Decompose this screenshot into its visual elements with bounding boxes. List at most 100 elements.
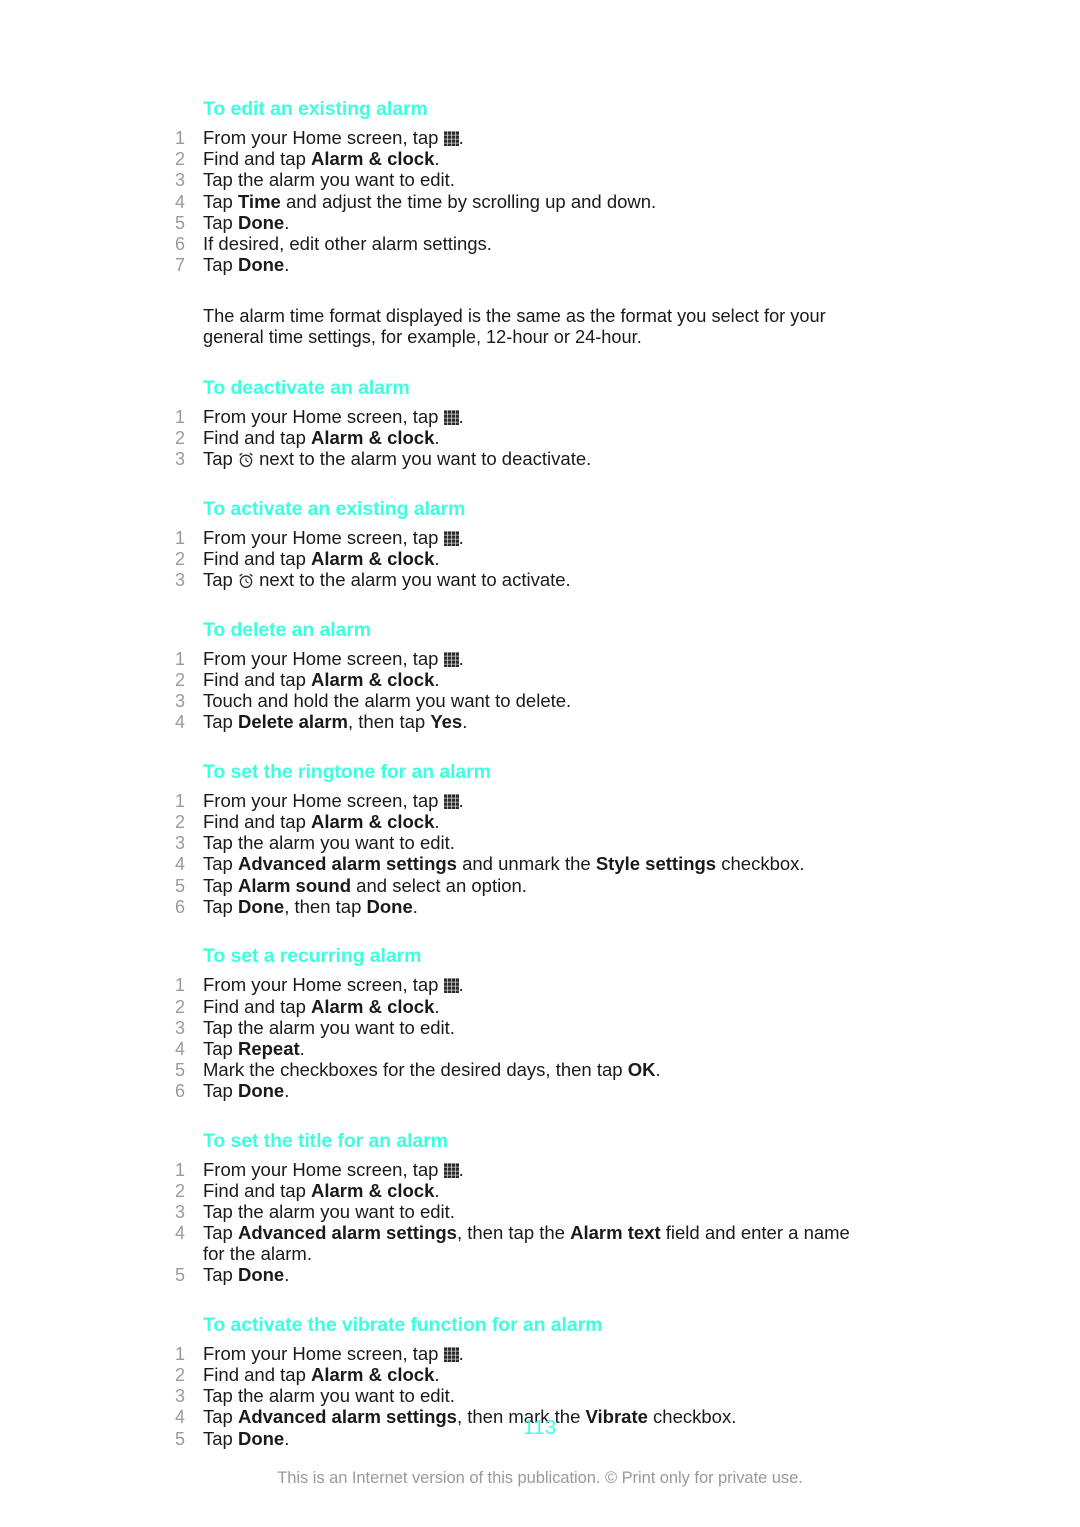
step-text: If desired, edit other alarm settings. xyxy=(203,233,492,254)
ui-label-emphasis: Done xyxy=(366,895,413,917)
step-text-run: . xyxy=(462,711,468,733)
step-item: 1 From your Home screen, tap . xyxy=(175,647,875,670)
step-text: Tap next to the alarm you want to activa… xyxy=(203,569,571,590)
step-text-run: and adjust the time by scrolling up and … xyxy=(280,190,657,212)
step-text: From your Home screen, tap . xyxy=(203,790,464,811)
step-number: 3 xyxy=(175,1202,186,1223)
alarm-clock-icon xyxy=(239,573,253,589)
procedure-section: To set the title for an alarm 1 From your … xyxy=(175,1128,875,1286)
section-heading: To set the title for an alarm xyxy=(203,1129,448,1152)
step-item: 2 Find and tap Alarm & clock. xyxy=(175,811,875,833)
step-text: Find and tap Alarm & clock. xyxy=(203,669,440,690)
step-text: Find and tap Alarm & clock. xyxy=(203,996,440,1017)
step-text: Tap Alarm sound and select an option. xyxy=(203,875,527,896)
section-heading: To edit an existing alarm xyxy=(203,98,428,120)
step-text-run: . xyxy=(299,1037,305,1059)
step-text-run: Tap the alarm you want to edit. xyxy=(203,832,455,854)
step-text-run: From your Home screen, tap xyxy=(203,647,444,669)
step-item: 2 Find and tap Alarm & clock. xyxy=(175,669,875,691)
ui-label-emphasis: Alarm & clock xyxy=(311,1180,435,1202)
step-text-run: Tap the alarm you want to edit. xyxy=(203,169,455,191)
app-drawer-icon xyxy=(443,652,459,667)
ui-label-emphasis: Done xyxy=(237,1080,285,1102)
procedure-section: To activate an existing alarm 1 From your … xyxy=(175,496,875,591)
app-drawer-icon xyxy=(443,1163,459,1178)
step-number: 1 xyxy=(175,527,186,548)
step-item: 5 Mark the checkboxes for the desired day… xyxy=(175,1059,875,1081)
ui-label-emphasis: Alarm & clock xyxy=(311,547,435,569)
step-text: Tap the alarm you want to edit. xyxy=(203,832,455,853)
step-item: 4 Tap Time and adjust the time by scrolli… xyxy=(175,191,875,213)
step-item: 1 From your Home screen, tap . xyxy=(175,975,875,996)
ui-label-emphasis: Advanced alarm settings xyxy=(237,853,457,875)
step-text-run: Mark the checkboxes for the desired days… xyxy=(203,1059,628,1081)
ui-label-emphasis: Alarm & clock xyxy=(311,811,435,832)
step-text-run: . xyxy=(434,811,440,832)
step-list: 1 From your Home screen, tap . 2 Find and t… xyxy=(175,647,875,733)
step-text: From your Home screen, tap . xyxy=(203,127,464,148)
step-text: Find and tap Alarm & clock. xyxy=(203,811,440,832)
step-item: 3 Tap next to the alarm you want to activ… xyxy=(175,569,875,591)
step-text-run: . xyxy=(434,668,440,690)
step-text-run: Tap xyxy=(203,1264,238,1286)
section-heading: To activate an existing alarm xyxy=(203,497,466,520)
step-number: 3 xyxy=(175,170,186,191)
step-list: 1 From your Home screen, tap . 2 Find and t… xyxy=(175,527,875,591)
step-number: 4 xyxy=(175,712,186,733)
step-number: 3 xyxy=(175,833,186,854)
step-text-run: Tap xyxy=(203,448,238,470)
step-text-run: . xyxy=(434,547,440,569)
step-number: 1 xyxy=(175,1343,186,1364)
step-item: 3 Tap the alarm you want to edit. xyxy=(175,1201,875,1223)
step-text-run: . xyxy=(434,995,440,1017)
step-number: 6 xyxy=(175,896,186,917)
ui-label-emphasis: Time xyxy=(237,190,281,212)
step-item: 2 Find and tap Alarm & clock. xyxy=(175,1364,875,1386)
step-text-run: Find and tap xyxy=(203,995,311,1017)
step-text: From your Home screen, tap . xyxy=(203,406,464,427)
step-text: Tap next to the alarm you want to deacti… xyxy=(203,448,591,469)
step-text: Find and tap Alarm & clock. xyxy=(203,148,440,169)
step-text: From your Home screen, tap . xyxy=(203,1343,464,1364)
step-text-run: From your Home screen, tap xyxy=(203,405,444,427)
step-text: Tap the alarm you want to edit. xyxy=(203,169,455,191)
step-text-run: . xyxy=(458,789,464,811)
step-item: 5 Tap Done. xyxy=(175,212,875,234)
step-text-run: next to the alarm you want to activate. xyxy=(253,569,571,591)
step-item: 6 Tap Done. xyxy=(175,1080,875,1102)
step-text: Tap Done. xyxy=(203,212,289,233)
step-text: Touch and hold the alarm you want to del… xyxy=(203,690,571,711)
step-text: Tap Delete alarm, then tap Yes. xyxy=(203,711,467,732)
step-item: 4 Tap Advanced alarm settings, then tap t… xyxy=(175,1223,875,1264)
step-text-run: Find and tap xyxy=(203,811,311,832)
step-text: Tap Time and adjust the time by scrollin… xyxy=(203,191,656,212)
step-item: 4 Tap Delete alarm, then tap Yes. xyxy=(175,711,875,733)
step-list: 1 From your Home screen, tap . 2 Find and t… xyxy=(175,1159,875,1286)
step-number: 2 xyxy=(175,1365,186,1385)
app-drawer-icon xyxy=(443,531,459,546)
step-text-run: Tap the alarm you want to edit. xyxy=(203,1016,455,1038)
step-item: 5 Tap Alarm sound and select an option. xyxy=(175,875,875,897)
ui-label-emphasis: Delete alarm xyxy=(237,711,349,733)
step-number: 1 xyxy=(175,790,186,811)
ui-label-emphasis: Advanced alarm settings xyxy=(237,1222,457,1244)
step-number: 2 xyxy=(175,149,186,170)
step-text-run: . xyxy=(434,1364,440,1385)
step-text-run: Tap xyxy=(203,874,238,896)
step-number: 7 xyxy=(175,255,186,276)
procedure-section: To set a recurring alarm 1 From your Home … xyxy=(175,943,875,1102)
step-item: 2 Find and tap Alarm & clock. xyxy=(175,427,875,449)
step-number: 5 xyxy=(175,212,186,233)
ui-label-emphasis: Done xyxy=(237,254,285,276)
step-item: 1 From your Home screen, tap . xyxy=(175,527,875,549)
ui-label-emphasis: Alarm & clock xyxy=(311,668,435,690)
step-item: 2 Find and tap Alarm & clock. xyxy=(175,1180,875,1202)
step-text-run: . xyxy=(284,211,290,233)
step-text-run: . xyxy=(284,1080,290,1102)
step-text-run: If desired, edit other alarm settings. xyxy=(203,232,492,254)
ui-label-emphasis: Alarm sound xyxy=(237,874,352,896)
alarm-clock-icon xyxy=(239,452,253,468)
step-text-run: From your Home screen, tap xyxy=(203,974,444,996)
step-number: 2 xyxy=(175,548,186,569)
ui-label-emphasis: OK xyxy=(627,1059,656,1081)
